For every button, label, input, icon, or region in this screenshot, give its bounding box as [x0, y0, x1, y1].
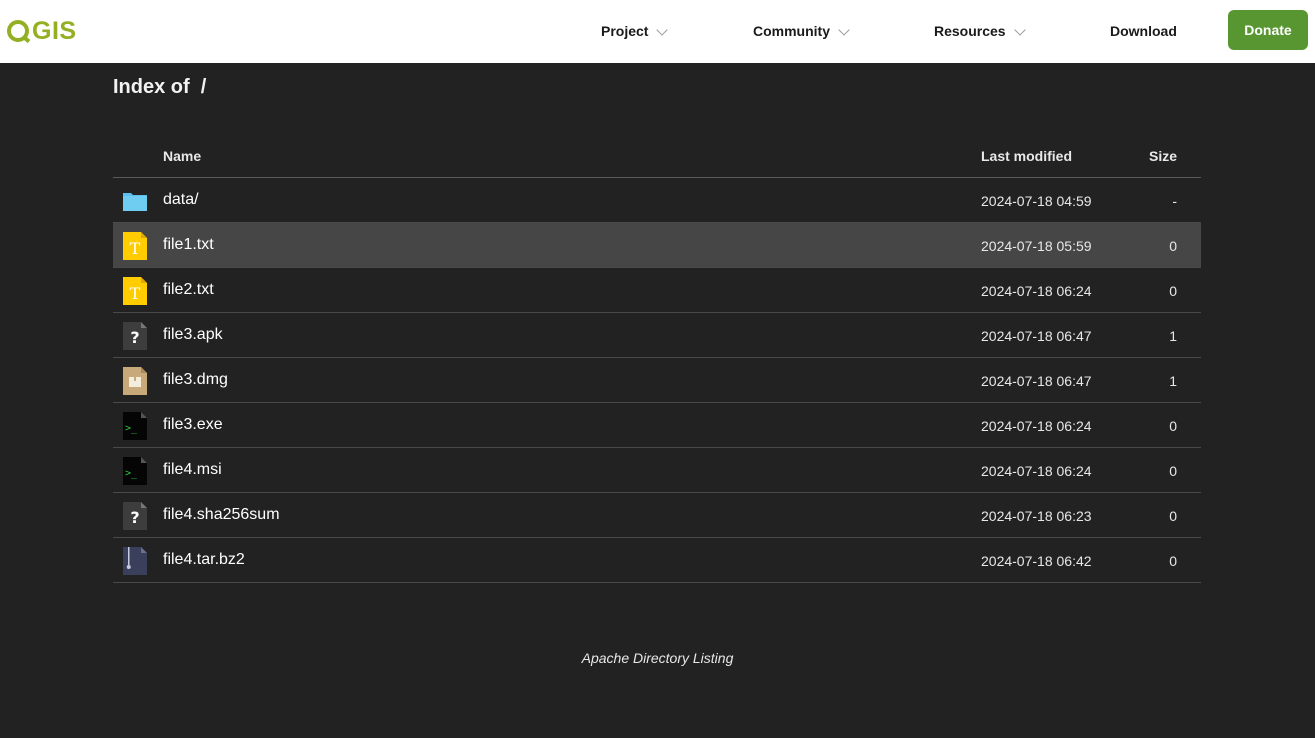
file-name-link[interactable]: data/ [163, 191, 199, 209]
directory-listing-table: Name Last modified Size data/ 2024-07-18… [113, 134, 1201, 583]
qgis-logo-q-mark [7, 20, 29, 42]
table-row[interactable]: ? file3.apk 2024-07-18 06:47 1 [113, 313, 1201, 358]
archive-file-icon [123, 547, 147, 575]
folder-icon [123, 193, 147, 211]
table-row[interactable]: file3.dmg 2024-07-18 06:47 1 [113, 358, 1201, 403]
nav-project-label: Project [601, 23, 649, 39]
file-name-link[interactable]: file1.txt [163, 236, 214, 254]
svg-text:>_: >_ [125, 468, 138, 479]
chevron-down-icon [838, 23, 850, 36]
text-file-icon: T [123, 277, 147, 305]
file-size: 0 [1169, 508, 1177, 524]
file-size: 0 [1169, 553, 1177, 569]
file-name-link[interactable]: file4.tar.bz2 [163, 551, 245, 569]
nav-community[interactable]: Community [753, 20, 850, 42]
executable-file-icon: >_ [123, 412, 147, 440]
page-title-prefix: Index of [113, 76, 190, 98]
last-modified: 2024-07-18 06:24 [981, 463, 1092, 479]
last-modified: 2024-07-18 06:47 [981, 328, 1092, 344]
nav-download-label: Download [1110, 23, 1177, 39]
package-file-icon [123, 367, 147, 395]
table-row[interactable]: data/ 2024-07-18 04:59 - [113, 178, 1201, 223]
last-modified: 2024-07-18 06:47 [981, 373, 1092, 389]
column-header-last-modified[interactable]: Last modified [981, 148, 1072, 164]
table-row[interactable]: ? file4.sha256sum 2024-07-18 06:23 0 [113, 493, 1201, 538]
chevron-down-icon [656, 23, 669, 36]
nav-community-label: Community [753, 23, 830, 39]
file-size: - [1172, 193, 1177, 209]
table-row[interactable]: file4.tar.bz2 2024-07-18 06:42 0 [113, 538, 1201, 583]
file-size: 1 [1169, 373, 1177, 389]
svg-text:?: ? [130, 508, 139, 527]
file-name-link[interactable]: file4.sha256sum [163, 506, 280, 524]
last-modified: 2024-07-18 05:59 [981, 238, 1092, 254]
unknown-file-icon: ? [123, 322, 147, 350]
file-size: 0 [1169, 238, 1177, 254]
table-row[interactable]: T file2.txt 2024-07-18 06:24 0 [113, 268, 1201, 313]
column-header-size[interactable]: Size [1149, 148, 1177, 164]
file-size: 0 [1169, 418, 1177, 434]
file-name-link[interactable]: file4.msi [163, 461, 222, 479]
svg-text:?: ? [130, 328, 139, 347]
file-size: 0 [1169, 283, 1177, 299]
table-header: Name Last modified Size [113, 134, 1201, 178]
file-name-link[interactable]: file3.dmg [163, 371, 228, 389]
file-name-link[interactable]: file3.exe [163, 416, 223, 434]
page-title-path: / [200, 76, 207, 98]
page-title: Index of / [113, 76, 206, 99]
text-file-icon: T [123, 232, 147, 260]
file-size: 1 [1169, 328, 1177, 344]
svg-text:T: T [130, 239, 141, 258]
executable-file-icon: >_ [123, 457, 147, 485]
svg-text:>_: >_ [125, 423, 138, 434]
qgis-logo[interactable]: GIS [7, 17, 77, 45]
last-modified: 2024-07-18 04:59 [981, 193, 1092, 209]
table-row[interactable]: T file1.txt 2024-07-18 05:59 0 [113, 223, 1201, 268]
table-row[interactable]: >_ file4.msi 2024-07-18 06:24 0 [113, 448, 1201, 493]
footer-note: Apache Directory Listing [581, 650, 734, 666]
file-size: 0 [1169, 463, 1177, 479]
top-navigation-bar: GIS Project Community Resources Download… [0, 0, 1315, 63]
last-modified: 2024-07-18 06:23 [981, 508, 1092, 524]
file-name-link[interactable]: file3.apk [163, 326, 223, 344]
last-modified: 2024-07-18 06:24 [981, 283, 1092, 299]
last-modified: 2024-07-18 06:42 [981, 553, 1092, 569]
file-name-link[interactable]: file2.txt [163, 281, 214, 299]
column-header-name[interactable]: Name [163, 148, 201, 164]
last-modified: 2024-07-18 06:24 [981, 418, 1092, 434]
nav-resources[interactable]: Resources [934, 20, 1026, 42]
nav-resources-label: Resources [934, 23, 1006, 39]
nav-download[interactable]: Download [1110, 20, 1177, 42]
nav-project[interactable]: Project [601, 20, 669, 42]
logo-text: GIS [32, 16, 77, 45]
unknown-file-icon: ? [123, 502, 147, 530]
chevron-down-icon [1013, 23, 1026, 36]
svg-text:T: T [130, 284, 141, 303]
table-row[interactable]: >_ file3.exe 2024-07-18 06:24 0 [113, 403, 1201, 448]
donate-button[interactable]: Donate [1228, 10, 1308, 50]
